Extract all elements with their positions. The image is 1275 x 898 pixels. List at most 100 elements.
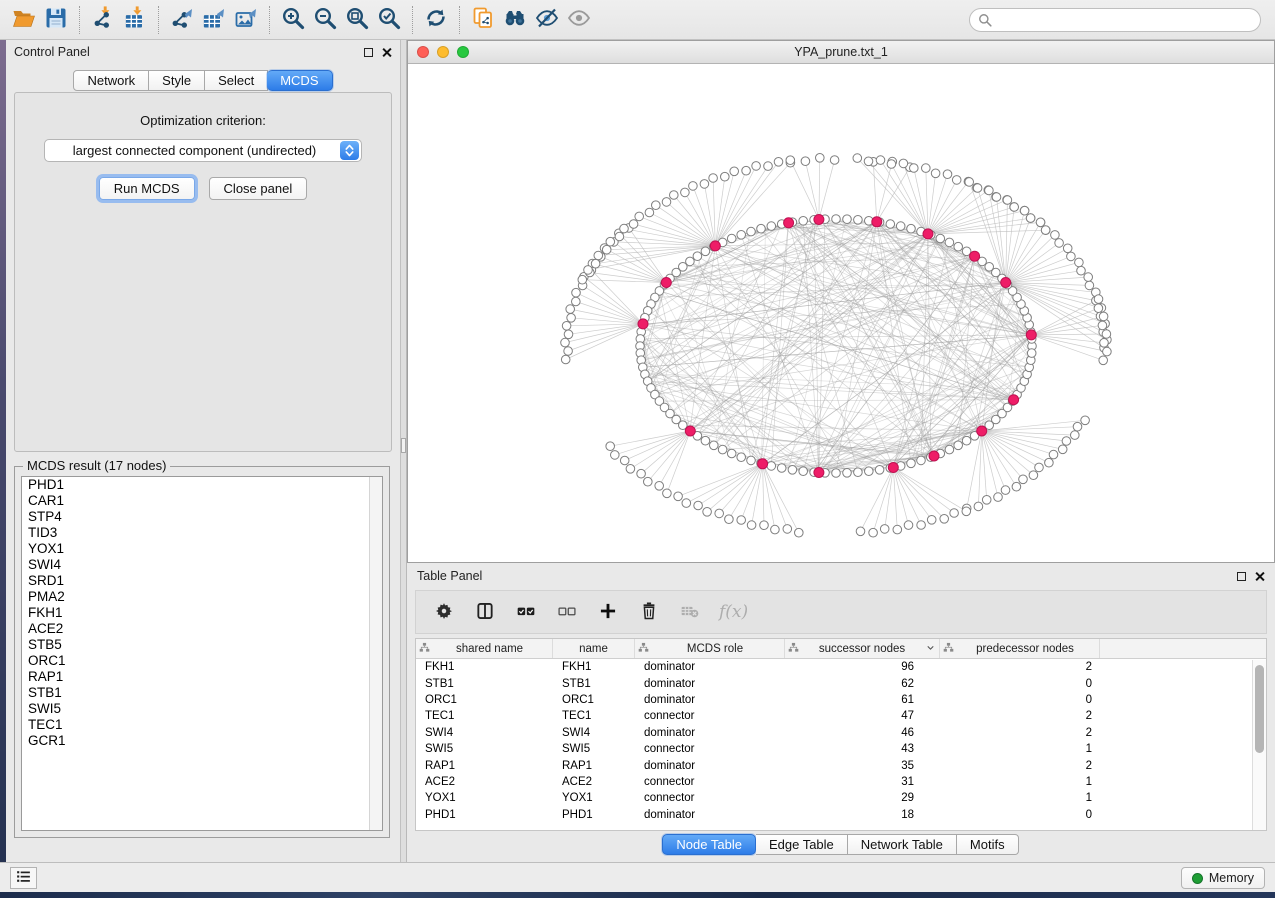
table-row[interactable]: ACE2ACE2connector311 [416, 774, 1266, 790]
cell-successor-nodes[interactable]: 46 [785, 727, 940, 739]
mcds-result-item[interactable]: PHD1 [22, 477, 382, 493]
cell-shared-name[interactable]: PHD1 [416, 809, 553, 821]
network-graph[interactable] [408, 64, 1274, 562]
mcds-result-item[interactable]: TID3 [22, 525, 382, 541]
cell-MCDS-role[interactable]: dominator [635, 727, 785, 739]
cell-name[interactable]: FKH1 [553, 661, 635, 673]
clone-network-button[interactable] [467, 4, 499, 36]
cell-successor-nodes[interactable]: 47 [785, 710, 940, 722]
network-canvas[interactable] [408, 64, 1274, 562]
mcds-result-item[interactable]: SWI5 [22, 701, 382, 717]
cell-shared-name[interactable]: TEC1 [416, 710, 553, 722]
cell-shared-name[interactable]: YOX1 [416, 792, 553, 804]
tab-mcds[interactable]: MCDS [267, 70, 332, 91]
table-row[interactable]: YOX1YOX1connector291 [416, 790, 1266, 806]
select-all-rows-button[interactable] [514, 600, 538, 624]
table-vertical-scrollbar[interactable] [1252, 660, 1266, 830]
cell-predecessor-nodes[interactable]: 1 [940, 776, 1100, 788]
mcds-result-item[interactable]: RAP1 [22, 669, 382, 685]
mcds-result-item[interactable]: ACE2 [22, 621, 382, 637]
show-columns-button[interactable] [473, 600, 497, 624]
show-all-button[interactable] [563, 4, 595, 36]
table-row[interactable]: STB1STB1dominator620 [416, 675, 1266, 691]
close-table-panel-icon[interactable] [1254, 571, 1265, 582]
import-table-button[interactable] [119, 4, 151, 36]
table-row[interactable]: PHD1PHD1dominator180 [416, 807, 1266, 823]
cell-shared-name[interactable]: SWI5 [416, 743, 553, 755]
cell-shared-name[interactable]: FKH1 [416, 661, 553, 673]
tab-node-table[interactable]: Node Table [662, 834, 756, 855]
network-window-titlebar[interactable]: YPA_prune.txt_1 [408, 41, 1274, 64]
cell-predecessor-nodes[interactable]: 0 [940, 809, 1100, 821]
cell-shared-name[interactable]: ACE2 [416, 776, 553, 788]
cell-shared-name[interactable]: RAP1 [416, 760, 553, 772]
cell-MCDS-role[interactable]: connector [635, 710, 785, 722]
cell-successor-nodes[interactable]: 29 [785, 792, 940, 804]
zoom-fit-button[interactable] [341, 4, 373, 36]
criterion-select[interactable]: largest connected component (undirected) [44, 139, 362, 162]
cell-predecessor-nodes[interactable]: 1 [940, 743, 1100, 755]
export-image-button[interactable] [230, 4, 262, 36]
table-row[interactable]: TEC1TEC1connector472 [416, 708, 1266, 724]
cell-predecessor-nodes[interactable]: 2 [940, 661, 1100, 673]
export-network-button[interactable] [166, 4, 198, 36]
cell-predecessor-nodes[interactable]: 2 [940, 727, 1100, 739]
table-row[interactable]: SWI4SWI4dominator462 [416, 725, 1266, 741]
tab-style[interactable]: Style [149, 70, 205, 91]
tab-network[interactable]: Network [73, 70, 149, 91]
mcds-result-item[interactable]: YOX1 [22, 541, 382, 557]
tab-motifs[interactable]: Motifs [957, 834, 1019, 855]
column-header-successor-nodes[interactable]: successor nodes [785, 639, 940, 658]
cell-name[interactable]: ACE2 [553, 776, 635, 788]
add-column-button[interactable] [596, 600, 620, 624]
cell-name[interactable]: RAP1 [553, 760, 635, 772]
table-scrollbar-thumb[interactable] [1255, 665, 1264, 753]
mcds-result-item[interactable]: CAR1 [22, 493, 382, 509]
cell-successor-nodes[interactable]: 61 [785, 694, 940, 706]
mcds-result-item[interactable]: TEC1 [22, 717, 382, 733]
delete-column-button[interactable] [637, 600, 661, 624]
mcds-result-item[interactable]: SRD1 [22, 573, 382, 589]
mcds-result-item[interactable]: SWI4 [22, 557, 382, 573]
cell-MCDS-role[interactable]: connector [635, 743, 785, 755]
cell-name[interactable]: SWI5 [553, 743, 635, 755]
close-panel-icon[interactable] [381, 47, 392, 58]
table-settings-button[interactable] [432, 600, 456, 624]
zoom-in-button[interactable] [277, 4, 309, 36]
cell-successor-nodes[interactable]: 43 [785, 743, 940, 755]
table-row[interactable]: FKH1FKH1dominator962 [416, 659, 1266, 675]
cell-shared-name[interactable]: STB1 [416, 678, 553, 690]
cell-successor-nodes[interactable]: 31 [785, 776, 940, 788]
mcds-result-item[interactable]: ORC1 [22, 653, 382, 669]
zoom-out-button[interactable] [309, 4, 341, 36]
search-input[interactable] [969, 8, 1261, 32]
hide-selected-button[interactable] [531, 4, 563, 36]
cell-predecessor-nodes[interactable]: 0 [940, 694, 1100, 706]
cell-predecessor-nodes[interactable]: 0 [940, 678, 1100, 690]
export-table-button[interactable] [198, 4, 230, 36]
run-mcds-button[interactable]: Run MCDS [99, 177, 195, 200]
column-header-predecessor-nodes[interactable]: predecessor nodes [940, 639, 1100, 658]
cell-MCDS-role[interactable]: connector [635, 792, 785, 804]
cell-MCDS-role[interactable]: dominator [635, 661, 785, 673]
deselect-all-rows-button[interactable] [555, 600, 579, 624]
cell-successor-nodes[interactable]: 96 [785, 661, 940, 673]
cell-name[interactable]: PHD1 [553, 809, 635, 821]
mcds-result-item[interactable]: STP4 [22, 509, 382, 525]
save-session-button[interactable] [40, 4, 72, 36]
import-network-button[interactable] [87, 4, 119, 36]
first-neighbors-button[interactable] [499, 4, 531, 36]
mcds-result-item[interactable]: GCR1 [22, 733, 382, 749]
cell-name[interactable]: TEC1 [553, 710, 635, 722]
mcds-result-item[interactable]: STB5 [22, 637, 382, 653]
tab-select[interactable]: Select [205, 70, 268, 91]
cell-name[interactable]: ORC1 [553, 694, 635, 706]
refresh-view-button[interactable] [420, 4, 452, 36]
column-header-name[interactable]: name [553, 639, 635, 658]
cell-successor-nodes[interactable]: 35 [785, 760, 940, 772]
tab-network-table[interactable]: Network Table [848, 834, 957, 855]
cell-name[interactable]: YOX1 [553, 792, 635, 804]
cell-shared-name[interactable]: SWI4 [416, 727, 553, 739]
cell-name[interactable]: SWI4 [553, 727, 635, 739]
zoom-selected-button[interactable] [373, 4, 405, 36]
